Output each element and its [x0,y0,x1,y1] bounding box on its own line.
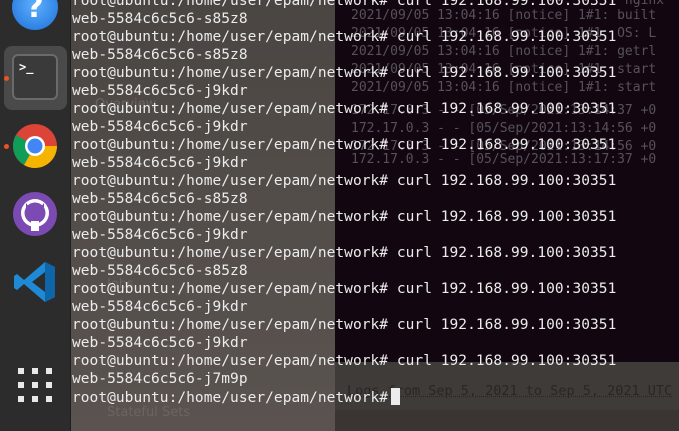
vscode-icon [14,262,55,302]
ubuntu-dock: ? >_ [0,0,71,431]
help-icon: ? [12,0,58,30]
terminal-window[interactable]: Overview Jobs Stateful Sets nginx 2021/0… [71,0,679,431]
terminal-line: web-5584c6c5c6-j9kdr [72,227,248,243]
terminal-line: web-5584c6c5c6-j9kdr [72,299,248,315]
terminal-output: root@ubuntu:/home/user/epam/network# cur… [71,0,679,406]
terminal-line: web-5584c6c5c6-j9kdr [72,335,248,351]
terminal-line: root@ubuntu:/home/user/epam/network# cur… [72,65,617,81]
terminal-line: web-5584c6c5c6-s85z8 [72,47,248,63]
terminal-line: root@ubuntu:/home/user/epam/network# cur… [72,0,617,9]
github-icon [13,192,57,236]
terminal-line: root@ubuntu:/home/user/epam/network# cur… [72,317,617,333]
terminal-line: root@ubuntu:/home/user/epam/network# cur… [72,173,617,189]
dock-item-show-applications[interactable] [0,362,71,426]
dock-item-vscode[interactable] [0,250,71,314]
terminal-line: root@ubuntu:/home/user/epam/network# cur… [72,353,617,369]
running-indicator [4,76,9,81]
terminal-line: web-5584c6c5c6-j9kdr [72,83,248,99]
terminal-icon: >_ [12,54,58,100]
dock-item-terminal[interactable]: >_ [0,46,71,110]
apps-grid-icon [18,368,52,402]
terminal-line: root@ubuntu:/home/user/epam/network# cur… [72,281,617,297]
terminal-line: root@ubuntu:/home/user/epam/network# cur… [72,101,617,117]
terminal-line: web-5584c6c5c6-j9kdr [72,119,248,135]
terminal-line: web-5584c6c5c6-s85z8 [72,263,248,279]
ghost-label-stateful-sets: Stateful Sets [107,405,191,420]
terminal-line: web-5584c6c5c6-s85z8 [72,191,248,207]
running-indicator [4,144,9,149]
help-glyph: ? [26,0,44,25]
terminal-glyph: >_ [19,60,34,74]
terminal-line: web-5584c6c5c6-j7m9p [72,371,248,387]
terminal-cursor [391,388,401,405]
terminal-line: web-5584c6c5c6-s85z8 [72,11,248,27]
terminal-prompt: root@ubuntu:/home/user/epam/network# [72,390,389,406]
terminal-line: root@ubuntu:/home/user/epam/network# cur… [72,209,617,225]
terminal-prompt-line[interactable]: root@ubuntu:/home/user/epam/network# [71,388,679,406]
terminal-line: root@ubuntu:/home/user/epam/network# cur… [72,137,617,153]
chrome-icon [13,124,57,168]
dock-item-github-desktop[interactable] [0,182,71,246]
terminal-line: root@ubuntu:/home/user/epam/network# cur… [72,29,617,45]
terminal-line: root@ubuntu:/home/user/epam/network# cur… [72,245,617,261]
terminal-line: web-5584c6c5c6-j9kdr [72,155,248,171]
dock-item-chrome[interactable] [0,114,71,178]
